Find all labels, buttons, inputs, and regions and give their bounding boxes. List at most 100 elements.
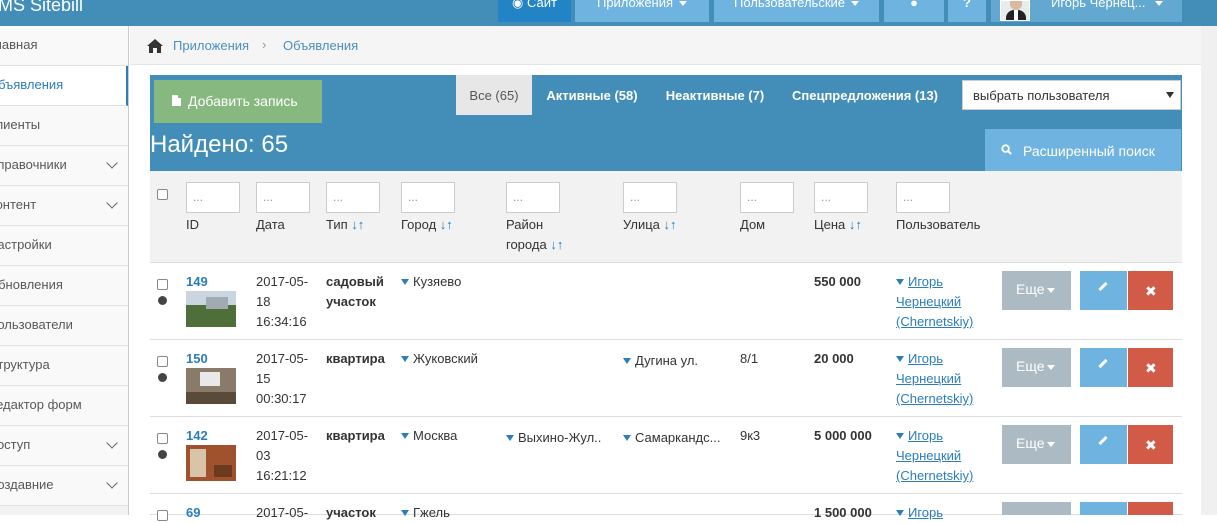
col-user[interactable]: Пользователь bbox=[896, 217, 980, 232]
pencil-icon bbox=[1098, 435, 1108, 446]
sidebar-item-structure[interactable]: Структура bbox=[0, 346, 128, 386]
delete-button[interactable]: ✖ bbox=[1128, 425, 1173, 464]
sort-arrows-icon[interactable]: ↓↑ bbox=[550, 237, 563, 252]
avatar bbox=[1000, 0, 1030, 21]
tab-all[interactable]: Все (65) bbox=[456, 75, 532, 115]
delete-button[interactable]: ✖ bbox=[1128, 348, 1173, 387]
col-house[interactable]: Дом bbox=[740, 217, 765, 232]
tab-active[interactable]: Активные (58) bbox=[538, 75, 646, 115]
col-id[interactable]: ID bbox=[186, 217, 199, 232]
edit-button[interactable] bbox=[1080, 502, 1127, 515]
breadcrumb-ads-link[interactable]: Объявления bbox=[283, 38, 358, 53]
row-street[interactable]: Дугина ул. bbox=[623, 351, 698, 371]
col-type[interactable]: Тип ↓↑ bbox=[326, 217, 364, 232]
help-button[interactable]: ? bbox=[948, 0, 986, 22]
sidebar-item-clients[interactable]: Клиенты bbox=[0, 106, 128, 146]
col-district-label[interactable]: Район bbox=[506, 217, 543, 232]
delete-button[interactable] bbox=[1128, 502, 1173, 515]
home-icon[interactable] bbox=[146, 38, 164, 54]
row-checkbox[interactable] bbox=[157, 433, 168, 444]
close-icon: ✖ bbox=[1145, 283, 1157, 299]
listing-thumbnail[interactable] bbox=[186, 368, 236, 404]
listing-thumbnail[interactable] bbox=[186, 291, 236, 327]
sidebar-item-updates[interactable]: Обновления bbox=[0, 266, 128, 306]
sidebar-item-access[interactable]: Доступ bbox=[0, 426, 128, 466]
edit-button[interactable] bbox=[1080, 348, 1127, 387]
sort-arrows-icon[interactable]: ↓↑ bbox=[664, 217, 677, 232]
tab-special-offers[interactable]: Спецпредложения (13) bbox=[784, 75, 946, 115]
sort-arrows-icon[interactable]: ↓↑ bbox=[849, 217, 862, 232]
globe-button[interactable]: ● bbox=[884, 0, 944, 22]
col-date[interactable]: Дата bbox=[256, 217, 285, 232]
custom-menu-button[interactable]: Пользовательские bbox=[714, 0, 879, 22]
breadcrumb-separator: › bbox=[262, 37, 267, 52]
row-id-link[interactable]: 142 bbox=[186, 426, 208, 446]
sort-arrows-icon[interactable]: ↓↑ bbox=[351, 217, 364, 232]
more-button[interactable]: Еще bbox=[1002, 425, 1071, 464]
row-street[interactable]: Самаркандс... bbox=[623, 428, 720, 448]
row-district[interactable]: Выхино-Жул.. bbox=[506, 428, 601, 448]
filter-house-input[interactable]: ... bbox=[740, 182, 794, 213]
filter-id-input[interactable]: ... bbox=[186, 182, 240, 213]
sidebar-item-ads[interactable]: Объявления bbox=[0, 66, 128, 106]
filter-icon bbox=[896, 433, 904, 439]
page-scrollbar[interactable] bbox=[1201, 26, 1217, 515]
row-user[interactable]: Игорь bbox=[896, 503, 943, 523]
add-record-button[interactable]: Добавить запись bbox=[154, 80, 322, 123]
row-checkbox[interactable] bbox=[157, 510, 168, 521]
filter-icon bbox=[401, 356, 409, 362]
more-button[interactable] bbox=[1002, 502, 1071, 515]
row-user[interactable]: Игорь Чернецкий (Chernetskiy) bbox=[896, 349, 973, 409]
filter-date-input[interactable]: ... bbox=[256, 182, 310, 213]
user-select[interactable]: выбрать пользователя bbox=[962, 80, 1181, 110]
edit-button[interactable] bbox=[1080, 271, 1127, 310]
sidebar-item-create[interactable]: Создавние bbox=[0, 466, 128, 506]
filter-user-input[interactable]: ... bbox=[896, 182, 950, 213]
chevron-down-icon bbox=[1046, 364, 1055, 370]
filter-price-input[interactable]: ... bbox=[814, 182, 868, 213]
row-city[interactable]: Гжель bbox=[401, 503, 450, 523]
row-type: садовый участок bbox=[326, 274, 384, 309]
more-button[interactable]: Еще bbox=[1002, 271, 1071, 310]
apps-menu-button[interactable]: Приложения bbox=[575, 0, 709, 22]
filter-district-input[interactable]: ... bbox=[506, 182, 560, 213]
row-user[interactable]: Игорь Чернецкий (Chernetskiy) bbox=[896, 272, 973, 332]
delete-button[interactable]: ✖ bbox=[1128, 271, 1173, 310]
site-button[interactable]: ◉ Сайт bbox=[498, 0, 571, 22]
col-price[interactable]: Цена ↓↑ bbox=[814, 217, 862, 232]
tab-inactive[interactable]: Неактивные (7) bbox=[656, 75, 774, 115]
more-button[interactable]: Еще bbox=[1002, 348, 1071, 387]
sidebar-item-users[interactable]: Пользователи bbox=[0, 306, 128, 346]
brand-title[interactable]: LMS Sitebill bbox=[0, 0, 83, 16]
row-id-link[interactable]: 150 bbox=[186, 349, 208, 369]
advanced-search-button[interactable]: Расширенный поиск bbox=[985, 129, 1181, 171]
sort-arrows-icon[interactable]: ↓↑ bbox=[440, 217, 453, 232]
search-icon bbox=[1001, 144, 1012, 155]
row-city[interactable]: Кузяево bbox=[401, 272, 461, 292]
row-checkbox[interactable] bbox=[157, 279, 168, 290]
sidebar-item-form-editor[interactable]: Редактор форм bbox=[0, 386, 128, 426]
row-user[interactable]: Игорь Чернецкий (Chernetskiy) bbox=[896, 426, 973, 486]
col-district[interactable]: города ↓↑ bbox=[506, 237, 563, 252]
sidebar-item-home[interactable]: Главная bbox=[0, 26, 128, 66]
listing-thumbnail[interactable] bbox=[186, 445, 236, 481]
user-menu-button[interactable]: Игорь Чернец... bbox=[991, 0, 1182, 22]
filter-type-input[interactable]: ... bbox=[326, 182, 380, 213]
row-type: квартира bbox=[326, 428, 385, 443]
sidebar-item-content[interactable]: Контент bbox=[0, 186, 128, 226]
col-city[interactable]: Город ↓↑ bbox=[401, 217, 453, 232]
col-street[interactable]: Улица ↓↑ bbox=[623, 217, 677, 232]
edit-button[interactable] bbox=[1080, 425, 1127, 464]
row-checkbox[interactable] bbox=[157, 356, 168, 367]
filter-street-input[interactable]: ... bbox=[623, 182, 677, 213]
row-id-link[interactable]: 149 bbox=[186, 272, 208, 292]
row-city[interactable]: Москва bbox=[401, 426, 457, 446]
breadcrumb-apps-link[interactable]: Приложения bbox=[173, 38, 249, 53]
row-city[interactable]: Жуковский bbox=[401, 349, 478, 369]
sidebar-item-settings[interactable]: Настройки bbox=[0, 226, 128, 266]
filter-city-input[interactable]: ... bbox=[401, 182, 455, 213]
row-id-link[interactable]: 69 bbox=[186, 503, 200, 523]
select-all-checkbox[interactable] bbox=[157, 189, 168, 200]
chevron-down-icon bbox=[106, 197, 118, 209]
sidebar-item-references[interactable]: Справочники bbox=[0, 146, 128, 186]
